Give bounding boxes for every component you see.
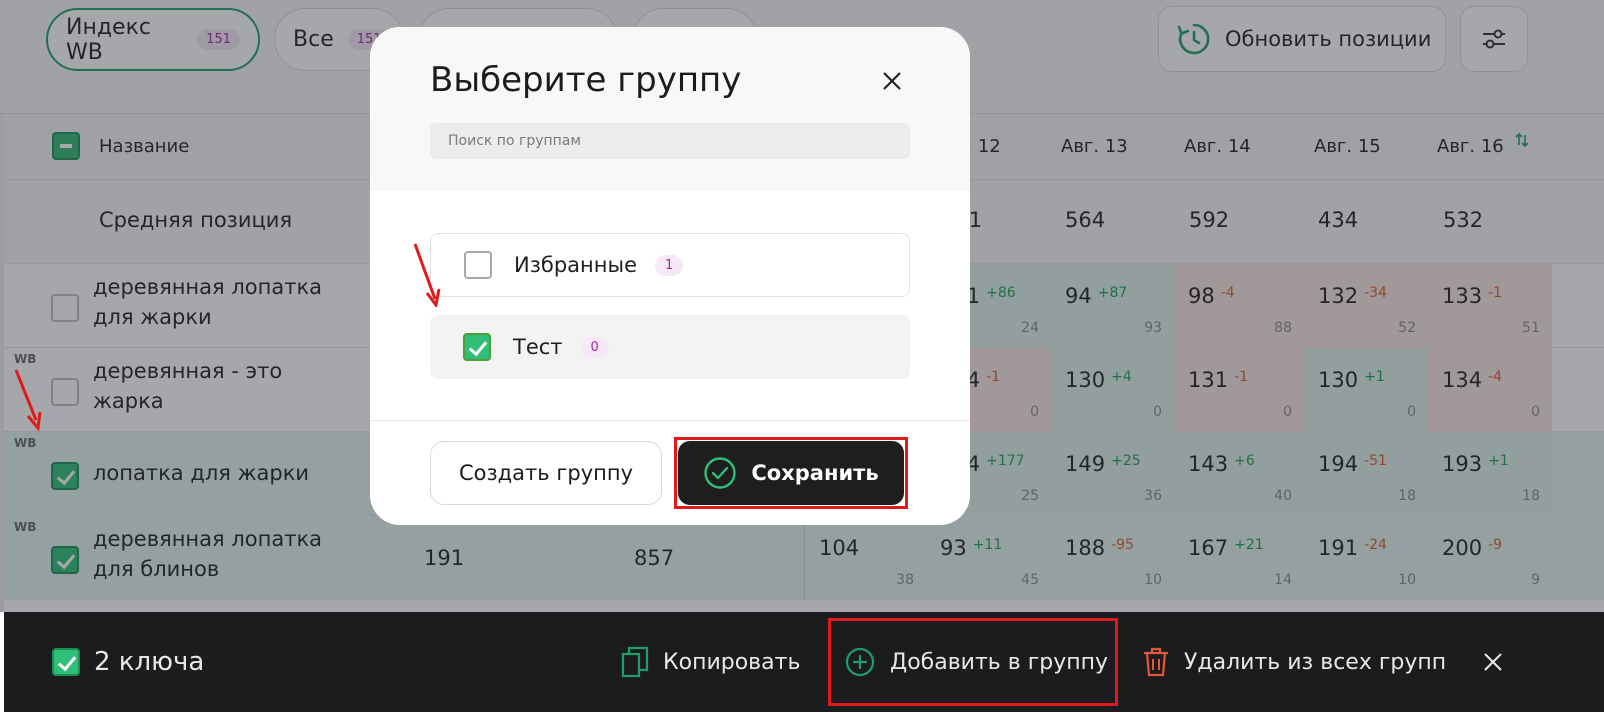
group-count-badge: 0 <box>580 336 609 358</box>
divider <box>370 189 970 190</box>
copy-icon <box>621 646 649 678</box>
group-label: Избранные <box>514 253 637 277</box>
close-icon[interactable] <box>1482 651 1504 673</box>
selected-count: 2 ключа <box>94 647 205 677</box>
close-icon[interactable] <box>880 69 904 93</box>
copy-label: Копировать <box>663 649 801 675</box>
remove-from-groups-label: Удалить из всех групп <box>1184 649 1447 675</box>
group-label: Тест <box>513 335 563 359</box>
modal-title: Выберите группу <box>430 60 742 100</box>
selection-action-bar: 2 ключа Копировать Добавить в группу Уда… <box>4 612 1604 712</box>
group-checkbox[interactable] <box>463 333 491 361</box>
group-checkbox[interactable] <box>464 251 492 279</box>
modal-header-area <box>370 27 970 189</box>
copy-button[interactable]: Копировать <box>621 642 800 682</box>
annotation-arrow-icon <box>14 369 42 432</box>
selection-checkbox[interactable] <box>52 648 80 676</box>
select-group-modal: Выберите группу Избранные 1 Тест 0 Созда… <box>370 27 970 525</box>
group-count-badge: 1 <box>655 254 684 276</box>
trash-icon <box>1144 647 1168 677</box>
create-group-button[interactable]: Создать группу <box>430 441 662 505</box>
group-item-test[interactable]: Тест 0 <box>430 315 910 379</box>
group-item-favorites[interactable]: Избранные 1 <box>430 233 910 297</box>
highlight-frame <box>674 437 908 509</box>
highlight-frame <box>828 618 1118 706</box>
annotation-arrow-icon <box>413 243 441 307</box>
divider <box>370 420 970 421</box>
group-search-input[interactable] <box>430 123 910 159</box>
remove-from-groups-button[interactable]: Удалить из всех групп <box>1142 642 1446 682</box>
